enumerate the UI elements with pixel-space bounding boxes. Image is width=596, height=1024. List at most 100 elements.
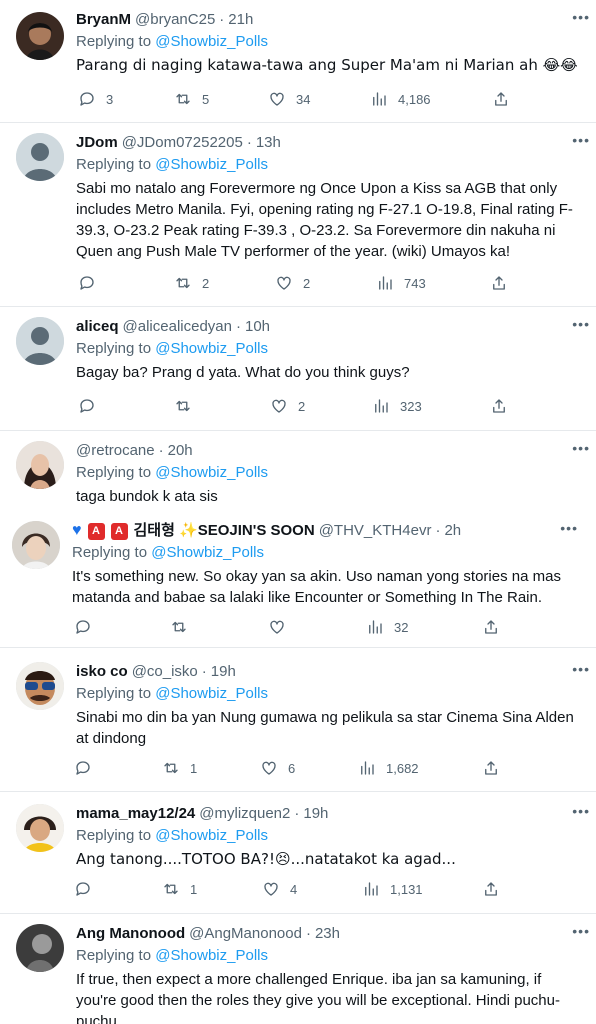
- reply-button[interactable]: [74, 618, 102, 636]
- mention-link[interactable]: @Showbiz_Polls: [155, 340, 268, 357]
- user-handle[interactable]: @co_isko: [132, 662, 198, 682]
- timestamp[interactable]: 23h: [315, 924, 340, 944]
- like-button[interactable]: 6: [260, 759, 295, 777]
- timestamp[interactable]: 21h: [228, 10, 253, 30]
- a-badge-icon: A: [87, 522, 105, 540]
- like-button[interactable]: 4: [262, 880, 297, 898]
- display-name[interactable]: mama_may12/24: [76, 804, 195, 824]
- more-icon[interactable]: •••: [572, 924, 590, 938]
- like-button[interactable]: 34: [268, 90, 310, 108]
- retweet-button[interactable]: 1: [162, 880, 197, 898]
- more-icon[interactable]: •••: [572, 10, 590, 24]
- tweet[interactable]: JDom @JDom07252205 · 13h Replying to @Sh…: [0, 123, 596, 307]
- replying-to: Replying to @Showbiz_Polls: [76, 827, 268, 844]
- share-button[interactable]: [490, 397, 508, 415]
- timestamp[interactable]: 19h: [303, 804, 328, 824]
- views-button[interactable]: 1,131: [362, 880, 423, 898]
- mention-link[interactable]: @Showbiz_Polls: [155, 827, 268, 844]
- replying-to: Replying to @Showbiz_Polls: [72, 544, 264, 561]
- tweet-text: Parang di naging katawa-tawa ang Super M…: [76, 56, 578, 74]
- user-handle[interactable]: @JDom07252205: [122, 133, 243, 153]
- share-button[interactable]: [482, 880, 500, 898]
- like-icon: [272, 399, 286, 413]
- like-button[interactable]: 2: [270, 397, 305, 415]
- display-name[interactable]: JDom: [76, 133, 118, 153]
- timestamp[interactable]: 19h: [211, 662, 236, 682]
- mention-link[interactable]: @Showbiz_Polls: [151, 544, 264, 561]
- timestamp[interactable]: 2h: [444, 521, 461, 541]
- avatar[interactable]: [16, 441, 64, 489]
- more-icon[interactable]: •••: [560, 521, 578, 535]
- display-name[interactable]: aliceq: [76, 317, 119, 337]
- user-handle[interactable]: @AngManonood: [189, 924, 302, 944]
- views-button[interactable]: 32: [366, 618, 408, 636]
- reply-icon: [76, 882, 90, 896]
- avatar[interactable]: [16, 317, 64, 365]
- more-icon[interactable]: •••: [572, 441, 590, 455]
- mention-link[interactable]: @Showbiz_Polls: [155, 33, 268, 50]
- tweet[interactable]: Ang Manonood @AngManonood · 23h Replying…: [0, 914, 596, 1024]
- reply-button[interactable]: [74, 880, 102, 898]
- retweet-button[interactable]: [174, 397, 202, 415]
- avatar[interactable]: [12, 521, 60, 569]
- user-handle[interactable]: @THV_KTH4evr: [319, 521, 432, 541]
- mention-link[interactable]: @Showbiz_Polls: [155, 685, 268, 702]
- reply-button[interactable]: [78, 397, 106, 415]
- more-icon[interactable]: •••: [572, 804, 590, 818]
- timestamp[interactable]: 13h: [256, 133, 281, 153]
- views-button[interactable]: 743: [376, 274, 426, 292]
- more-icon[interactable]: •••: [572, 317, 590, 331]
- views-icon: [365, 882, 378, 896]
- like-button[interactable]: [268, 618, 296, 636]
- share-button[interactable]: [482, 759, 500, 777]
- timestamp[interactable]: 20h: [168, 441, 193, 461]
- heart-emoji-icon: ♥: [72, 522, 82, 539]
- views-button[interactable]: 1,682: [358, 759, 419, 777]
- retweet-button[interactable]: 2: [174, 274, 209, 292]
- reply-button[interactable]: [78, 274, 106, 292]
- user-handle[interactable]: @mylizquen2: [199, 804, 290, 824]
- views-icon: [369, 620, 382, 634]
- views-button[interactable]: 323: [372, 397, 422, 415]
- replying-to: Replying to @Showbiz_Polls: [76, 156, 268, 173]
- views-button[interactable]: 4,186: [370, 90, 431, 108]
- user-handle[interactable]: @bryanC25: [135, 10, 215, 30]
- mention-link[interactable]: @Showbiz_Polls: [155, 156, 268, 173]
- avatar[interactable]: [16, 924, 64, 972]
- avatar[interactable]: [16, 804, 64, 852]
- timestamp[interactable]: 10h: [245, 317, 270, 337]
- retweet-count: 5: [202, 91, 210, 107]
- retweet-button[interactable]: 5: [174, 90, 209, 108]
- avatar[interactable]: [16, 662, 64, 710]
- mention-link[interactable]: @Showbiz_Polls: [155, 464, 268, 481]
- share-button[interactable]: [490, 274, 508, 292]
- views-count: 1,131: [390, 881, 423, 897]
- tweet[interactable]: aliceq @alicealicedyan · 10h Replying to…: [0, 307, 596, 431]
- display-name[interactable]: 김태형 ✨SEOJIN'S SOON: [134, 521, 315, 541]
- more-icon[interactable]: •••: [572, 662, 590, 676]
- tweet[interactable]: BryanM @bryanC25 · 21h Replying to @Show…: [0, 0, 596, 123]
- tweet[interactable]: @retrocane · 20h Replying to @Showbiz_Po…: [0, 431, 596, 515]
- reply-button[interactable]: [74, 759, 102, 777]
- like-button[interactable]: 2: [275, 274, 310, 292]
- tweet[interactable]: ♥ A A 김태형 ✨SEOJIN'S SOON @THV_KTH4evr · …: [0, 515, 596, 648]
- mention-link[interactable]: @Showbiz_Polls: [155, 947, 268, 964]
- tweet[interactable]: isko co @co_isko · 19h Replying to @Show…: [0, 648, 596, 792]
- retweet-icon: [172, 621, 186, 633]
- avatar[interactable]: [16, 12, 64, 60]
- retweet-button[interactable]: 1: [162, 759, 197, 777]
- user-handle[interactable]: @alicealicedyan: [123, 317, 232, 337]
- retweet-button[interactable]: [170, 618, 198, 636]
- tweet-header: BryanM @bryanC25 · 21h: [76, 10, 254, 30]
- avatar[interactable]: [16, 133, 64, 181]
- share-button[interactable]: [482, 618, 500, 636]
- display-name[interactable]: BryanM: [76, 10, 131, 30]
- user-handle[interactable]: @retrocane: [76, 441, 155, 461]
- display-name[interactable]: Ang Manonood: [76, 924, 185, 944]
- share-button[interactable]: [492, 90, 510, 108]
- tweet-header: isko co @co_isko · 19h: [76, 662, 236, 682]
- reply-button[interactable]: 3: [78, 90, 113, 108]
- tweet[interactable]: mama_may12/24 @mylizquen2 · 19h Replying…: [0, 792, 596, 914]
- display-name[interactable]: isko co: [76, 662, 128, 682]
- more-icon[interactable]: •••: [572, 133, 590, 147]
